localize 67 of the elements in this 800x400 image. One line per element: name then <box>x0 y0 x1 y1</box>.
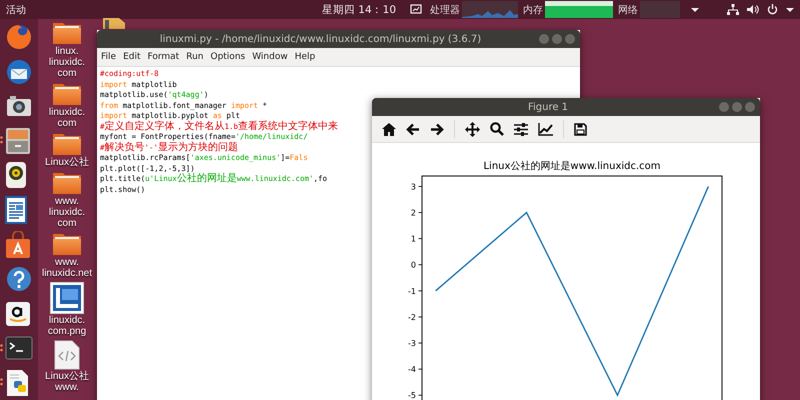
menu-item[interactable]: Help <box>294 52 316 62</box>
menu-item[interactable]: Format <box>148 52 180 62</box>
image-file-icon[interactable] <box>102 17 126 29</box>
y-tick-label: -3 <box>408 339 416 348</box>
menu-item[interactable]: Run <box>186 52 204 62</box>
speaker-icon[interactable] <box>5 161 27 190</box>
help-icon[interactable] <box>5 265 33 294</box>
y-tick-label: -4 <box>408 365 416 374</box>
window-title: linuxmi.py - /home/linuxidc/www.linuxidc.com/linuxmi.py (3.6.7) <box>158 34 482 44</box>
y-tick-label: -5 <box>408 391 416 400</box>
home-icon[interactable] <box>382 122 396 136</box>
cpu-label: 处理器 <box>430 4 460 16</box>
folder-icon[interactable] <box>52 171 82 195</box>
desktop-icon-label[interactable]: www. linuxidc. com <box>48 196 86 229</box>
cpu-graph <box>462 1 518 18</box>
clock[interactable]: 星期四 14：10 <box>322 2 396 16</box>
desktop-icon-label[interactable]: www. linuxidc.net <box>42 257 92 279</box>
y-tick-label: -2 <box>408 312 416 322</box>
magnifier-icon[interactable] <box>490 122 504 136</box>
window-title: Figure 1 <box>526 102 570 112</box>
back-arrow-icon[interactable] <box>406 122 420 136</box>
image-thumbnail[interactable] <box>50 282 84 314</box>
y-tick-label: -1 <box>408 286 416 296</box>
menu-item[interactable]: Window <box>252 52 288 62</box>
folder-icon[interactable] <box>52 82 82 106</box>
y-tick-label: 2 <box>410 208 416 218</box>
sliders-icon[interactable] <box>514 122 528 136</box>
python-file-icon[interactable] <box>5 368 31 397</box>
screen-icon[interactable] <box>410 4 422 15</box>
caret-icon[interactable] <box>691 6 699 12</box>
terminal-icon[interactable] <box>5 336 33 360</box>
menu-item[interactable]: Edit <box>123 52 140 62</box>
browser-icon[interactable] <box>5 23 33 52</box>
network-graph <box>640 1 680 18</box>
activities-button[interactable]: 活动 <box>6 2 26 16</box>
y-tick-label: 0 <box>410 260 416 270</box>
folder-icon[interactable] <box>52 132 82 156</box>
volume-icon[interactable] <box>747 4 759 15</box>
shop-smile-icon[interactable] <box>5 300 31 327</box>
power-icon[interactable] <box>767 4 778 15</box>
desktop-icon-label[interactable]: linuxidc. com <box>48 107 86 129</box>
document-icon[interactable] <box>5 196 27 224</box>
file-cabinet-icon[interactable] <box>5 126 31 155</box>
shopping-bag-icon[interactable] <box>5 230 31 259</box>
camera-icon[interactable] <box>5 94 33 118</box>
move-arrows-icon[interactable] <box>465 122 480 136</box>
folder-icon[interactable] <box>52 21 82 45</box>
y-tick-label: 1 <box>410 234 416 244</box>
network-label: 网络 <box>618 4 638 16</box>
network-icon[interactable] <box>727 4 739 15</box>
menu-item[interactable]: Options <box>210 52 246 62</box>
memory-graph <box>545 1 613 18</box>
chart-title: Linux公社的网址是www.linuxidc.com <box>483 161 661 172</box>
desktop-icon-label[interactable]: linux. linuxidc. com <box>48 46 86 79</box>
desktop-icon-label[interactable]: Linux公社 <box>45 157 89 168</box>
menu-item[interactable]: File <box>101 52 116 62</box>
memory-label: 内存 <box>523 4 543 16</box>
folder-icon[interactable] <box>52 232 82 256</box>
caret-icon[interactable] <box>786 6 794 12</box>
desktop-icon-label[interactable]: Linux公社 www. <box>45 371 89 393</box>
mail-icon[interactable] <box>5 58 33 86</box>
forward-arrow-icon[interactable] <box>430 122 444 136</box>
line-chart-icon[interactable] <box>538 122 553 136</box>
code-file-icon[interactable] <box>54 340 80 370</box>
y-tick-label: 3 <box>410 182 416 192</box>
desktop-icon-label[interactable]: linuxidc. com.png <box>48 315 86 337</box>
save-icon[interactable] <box>574 122 587 136</box>
